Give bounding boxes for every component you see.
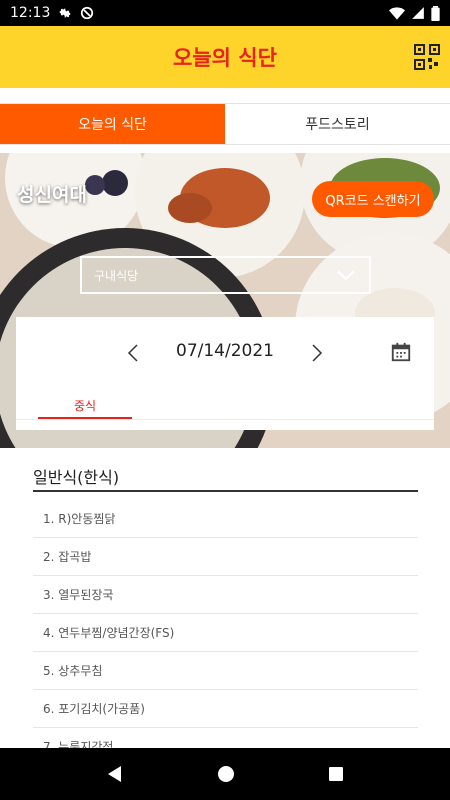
list-item: 2. 잡곡밥 (33, 538, 418, 576)
qr-code-icon[interactable] (414, 44, 440, 70)
divider (16, 419, 434, 420)
app-bar: 오늘의 식단 (0, 26, 450, 88)
restaurant-select[interactable]: 구내식당 (80, 256, 371, 294)
list-item: 3. 열무된장국 (33, 576, 418, 614)
restaurant-select-value: 구내식당 (94, 268, 139, 283)
list-item: 1. R)안동찜닭 (33, 500, 418, 538)
menu-list: 1. R)안동찜닭 2. 잡곡밥 3. 열무된장국 4. 연두부찜/양념간장(F… (33, 500, 418, 748)
qr-scan-button[interactable]: QR코드 스캔하기 (312, 181, 434, 217)
calendar-icon[interactable] (390, 341, 412, 363)
recents-icon[interactable] (328, 766, 344, 782)
tab-today-menu[interactable]: 오늘의 식단 (0, 104, 225, 144)
back-icon[interactable] (106, 765, 124, 783)
page-title: 오늘의 식단 (173, 46, 277, 70)
list-item: 4. 연두부찜/양념간장(FS) (33, 614, 418, 652)
tab-food-story[interactable]: 푸드스토리 (225, 104, 450, 144)
system-nav-bar (0, 748, 450, 800)
menu-card: 일반식(한식) 1. R)안동찜닭 2. 잡곡밥 3. 열무된장국 4. 연두부… (16, 448, 434, 748)
current-date: 07/14/2021 (176, 341, 274, 361)
chevron-right-icon[interactable] (306, 343, 326, 363)
gear-icon (60, 7, 71, 19)
home-icon[interactable] (217, 765, 235, 783)
list-item: 5. 상추무침 (33, 652, 418, 690)
list-item: 6. 포기김치(가공품) (33, 690, 418, 728)
tab-lunch[interactable]: 중식 (38, 397, 132, 414)
chevron-down-icon (336, 270, 356, 281)
date-card: 07/14/2021 중식 (16, 317, 434, 430)
date-selector: 07/14/2021 (16, 339, 434, 367)
battery-icon (431, 5, 440, 21)
data-saver-icon (81, 6, 94, 20)
signal-icon (412, 7, 424, 19)
status-bar: 12:13 (0, 0, 450, 26)
divider (33, 490, 418, 492)
wifi-icon (389, 7, 405, 20)
main-tabs: 오늘의 식단 푸드스토리 (0, 103, 450, 145)
status-time: 12:13 (10, 5, 51, 21)
menu-section-title: 일반식(한식) (33, 468, 120, 487)
list-item: 7. 누룽지강정 (33, 728, 418, 748)
school-name: 성신여대 (17, 184, 87, 206)
